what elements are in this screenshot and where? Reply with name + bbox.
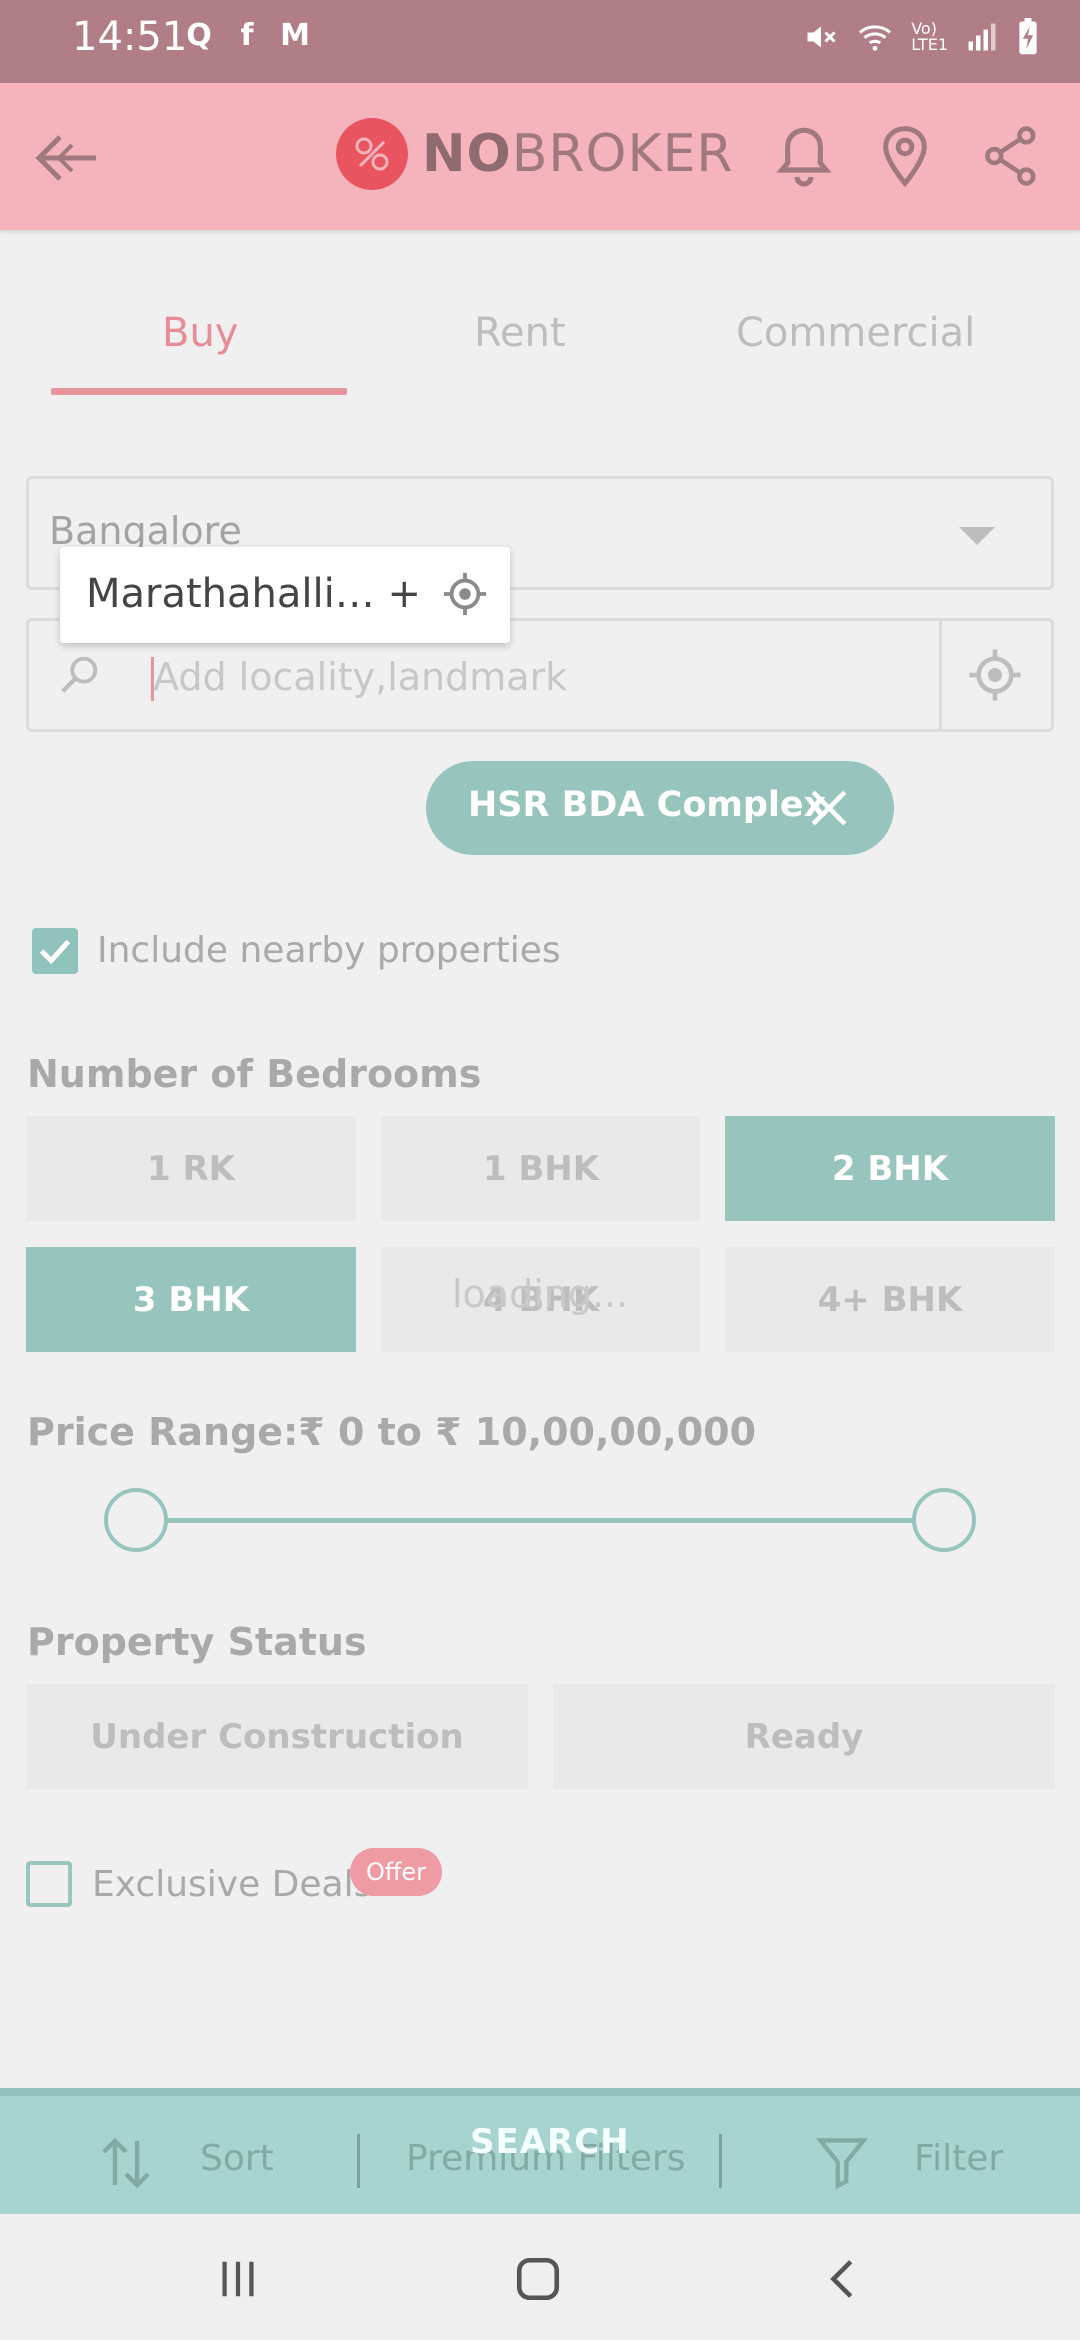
- system-icons: Vo) LTE1: [803, 18, 1040, 56]
- search-input[interactable]: Add locality,landmark: [153, 655, 567, 699]
- status-time: 14:51: [72, 14, 188, 60]
- back-icon[interactable]: [820, 2254, 866, 2304]
- signal-icon: [968, 23, 996, 51]
- checkmark-icon: [39, 939, 71, 965]
- back-arrow-icon[interactable]: [34, 131, 100, 185]
- search-button[interactable]: SEARCH: [470, 2122, 630, 2162]
- nobroker-logo: NOBROKER: [336, 118, 734, 190]
- volte-icon: Vo) LTE1: [911, 19, 948, 54]
- tab-commercial[interactable]: Commercial: [736, 310, 975, 356]
- bottom-action-bar: Sort Premium Filters SEARCH Filter: [0, 2088, 1080, 2214]
- crosshair-icon[interactable]: [442, 571, 488, 617]
- location-pin-icon[interactable]: [880, 123, 930, 189]
- gmail-icon: M: [280, 17, 310, 53]
- bhk-option-3bhk[interactable]: 3 BHK: [26, 1247, 356, 1352]
- bottom-divider-1: [357, 2134, 360, 2188]
- bottom-divider-2: [719, 2134, 722, 2188]
- recent-apps-icon[interactable]: [214, 2256, 262, 2302]
- tab-underline: [51, 388, 347, 395]
- locality-chip-label: HSR BDA Complex: [468, 785, 827, 825]
- price-max-handle[interactable]: [912, 1488, 976, 1552]
- nearby-checkbox[interactable]: [32, 928, 78, 974]
- bedrooms-title: Number of Bedrooms: [27, 1052, 482, 1096]
- bhk-option-1rk[interactable]: 1 RK: [26, 1116, 356, 1221]
- q-app-icon: Q: [186, 17, 212, 53]
- suggestion-popup[interactable]: Marathahalli… +: [60, 547, 510, 643]
- locate-me-icon[interactable]: [967, 647, 1023, 703]
- wifi-icon: [859, 25, 892, 51]
- nearby-label: Include nearby properties: [97, 930, 561, 971]
- locality-chip: HSR BDA Complex: [426, 761, 894, 855]
- share-icon[interactable]: [976, 123, 1040, 189]
- logo-mark-icon: [336, 118, 408, 190]
- loading-text: loading...: [452, 1272, 629, 1316]
- price-slider-track: [135, 1518, 945, 1523]
- status-bar: 14:51 Q f M Vo) LTE1: [0, 0, 1080, 83]
- battery-charging-icon: [1019, 18, 1037, 55]
- tab-rent[interactable]: Rent: [474, 310, 566, 356]
- home-icon[interactable]: [512, 2254, 564, 2304]
- offer-badge: Offer: [350, 1848, 442, 1896]
- search-divider: [939, 621, 942, 729]
- mute-icon: [807, 26, 836, 48]
- price-min-handle[interactable]: [104, 1488, 168, 1552]
- notification-icons: Q f M: [182, 17, 312, 53]
- filter-icon[interactable]: [816, 2134, 868, 2190]
- search-icon: [61, 656, 98, 693]
- tab-buy[interactable]: Buy: [162, 310, 238, 356]
- bhk-option-2bhk[interactable]: 2 BHK: [725, 1116, 1055, 1221]
- chevron-down-icon: [959, 527, 995, 545]
- sort-button[interactable]: Sort: [200, 2138, 274, 2179]
- suggestion-text[interactable]: Marathahalli… +: [86, 571, 421, 617]
- filter-button[interactable]: Filter: [914, 2138, 1003, 2179]
- property-status-title: Property Status: [27, 1620, 367, 1664]
- bhk-option-1bhk[interactable]: 1 BHK: [382, 1116, 700, 1221]
- bhk-option-4plus[interactable]: 4+ BHK: [725, 1247, 1055, 1352]
- price-range-label: Price Range:₹ 0 to ₹ 10,00,00,000: [27, 1410, 757, 1454]
- bell-icon[interactable]: [776, 123, 832, 189]
- app-header: NOBROKER: [0, 83, 1080, 230]
- sort-icon[interactable]: [98, 2132, 154, 2194]
- system-nav-bar: [0, 2214, 1080, 2340]
- logo-text: NOBROKER: [422, 124, 734, 184]
- exclusive-deals-checkbox[interactable]: [26, 1861, 72, 1907]
- close-icon[interactable]: [808, 787, 850, 829]
- status-option-ready[interactable]: Ready: [553, 1684, 1055, 1789]
- status-option-under-construction[interactable]: Under Construction: [26, 1684, 528, 1789]
- exclusive-deals-label: Exclusive Deals: [92, 1864, 373, 1905]
- facebook-icon: f: [240, 17, 254, 53]
